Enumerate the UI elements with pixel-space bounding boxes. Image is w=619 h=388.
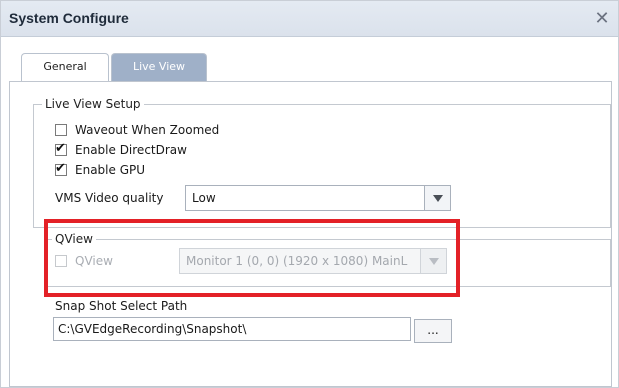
enable-gpu-label: Enable GPU [75, 163, 146, 177]
enable-gpu-option[interactable]: ✔ Enable GPU [55, 161, 145, 179]
live-view-setup-legend: Live View Setup [42, 97, 144, 111]
dropdown-button[interactable] [424, 186, 450, 210]
system-configure-dialog: System Configure ✕ General Live View Liv… [0, 0, 619, 388]
waveout-when-zoomed-label: Waveout When Zoomed [75, 123, 220, 137]
waveout-when-zoomed-option[interactable]: Waveout When Zoomed [55, 121, 219, 139]
waveout-when-zoomed-checkbox[interactable] [55, 124, 67, 136]
enable-gpu-checkbox[interactable]: ✔ [55, 161, 67, 176]
vms-video-quality-value: Low [192, 191, 216, 205]
red-highlight-box [44, 219, 460, 297]
window-title: System Configure [9, 10, 129, 26]
check-mark-icon: ✔ [55, 161, 66, 176]
chevron-down-icon [432, 194, 443, 202]
vms-video-quality-select[interactable]: Low [185, 185, 451, 211]
check-mark-icon: ✔ [55, 141, 66, 156]
enable-directdraw-option[interactable]: ✔ Enable DirectDraw [55, 141, 187, 159]
title-bar: System Configure ✕ [1, 1, 618, 37]
snapshot-path-label: Snap Shot Select Path [55, 299, 188, 313]
enable-directdraw-checkbox[interactable]: ✔ [55, 141, 67, 156]
tab-general[interactable]: General [21, 53, 109, 81]
tab-live-view[interactable]: Live View [111, 53, 207, 81]
vms-video-quality-label: VMS Video quality [55, 191, 164, 205]
browse-button[interactable]: ... [414, 319, 452, 343]
enable-directdraw-label: Enable DirectDraw [75, 143, 187, 157]
close-icon[interactable]: ✕ [592, 9, 612, 29]
snapshot-path-input[interactable]: C:\GVEdgeRecording\Snapshot\ [53, 317, 411, 341]
